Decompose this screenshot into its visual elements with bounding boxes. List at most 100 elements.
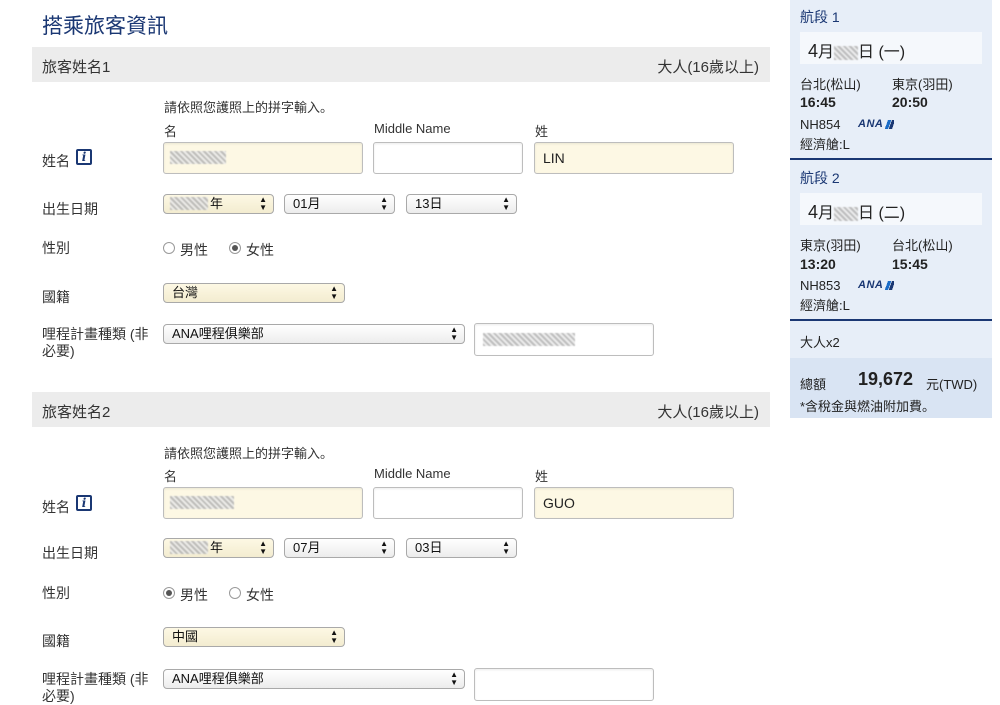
passenger-1-name-label: 姓名 <box>42 153 70 169</box>
segment-1-date: 4月日 (一) <box>808 41 906 61</box>
segment-1-arrive-time: 20:50 <box>892 94 928 110</box>
page-title: 搭乘旅客資訊 <box>42 15 168 38</box>
passenger-2-name-note: 請依照您護照上的拼字輸入。 <box>164 446 334 461</box>
select-arrows-icon: ▲ ▼ <box>330 284 338 301</box>
passenger-1-last-name-label: 姓 <box>535 124 549 139</box>
segment-divider <box>790 319 992 321</box>
ana-logo-icon: ANA <box>858 279 895 291</box>
passenger-2-nationality-select[interactable]: 中國 ▲ ▼ <box>163 627 345 647</box>
mileage-program-value: ANA哩程俱樂部 <box>172 326 264 341</box>
passenger-1-dob-label: 出生日期 <box>42 201 98 217</box>
passenger-1-mileage-label: 哩程計畫種類 (非 必要) <box>42 326 149 359</box>
passenger-1-dob-month-select[interactable]: 01月 ▲ ▼ <box>284 194 395 214</box>
passenger-form: 搭乘旅客資訊 旅客姓名1 大人(16歲以上) 請依照您護照上的拼字輸入。 名 M… <box>0 0 790 704</box>
passenger-2-mileage-label: 哩程計畫種類 (非 必要) <box>42 671 149 704</box>
passenger-1-header: 旅客姓名1 大人(16歲以上) <box>32 47 770 82</box>
select-arrows-icon: ▲ ▼ <box>380 539 388 556</box>
passenger-2-middle-name-label: Middle Name <box>374 466 451 481</box>
passenger-1-mileage-program-select[interactable]: ANA哩程俱樂部 ▲ ▼ <box>163 324 465 344</box>
redacted-birth-year <box>170 197 208 210</box>
passenger-2-gender-female-radio[interactable] <box>229 587 241 599</box>
passenger-1-gender-male-label[interactable]: 男性 <box>180 240 208 260</box>
passenger-1-nationality-select[interactable]: 台灣 ▲ ▼ <box>163 283 345 303</box>
select-arrows-icon: ▲ ▼ <box>259 195 267 212</box>
segment-1-cabin: 經濟艙:L <box>800 137 850 152</box>
passenger-2-dob-label: 出生日期 <box>42 545 98 561</box>
segment-1-title: 航段 1 <box>800 9 840 25</box>
passenger-1-name-note: 請依照您護照上的拼字輸入。 <box>164 100 334 115</box>
passenger-1-gender-female-radio[interactable] <box>229 242 241 254</box>
passenger-2-last-name-label: 姓 <box>535 469 549 484</box>
mileage-program-value: ANA哩程俱樂部 <box>172 671 264 686</box>
passenger-2-middle-name-input[interactable] <box>373 487 523 519</box>
passenger-1-gender-male-radio[interactable] <box>163 242 175 254</box>
passenger-2-gender-label: 性別 <box>42 585 70 601</box>
passenger-2-gender-female-label[interactable]: 女性 <box>246 585 274 605</box>
select-arrows-icon: ▲ ▼ <box>502 195 510 212</box>
segment-2-arrive-time: 15:45 <box>892 256 928 272</box>
redacted-first-name <box>170 496 234 509</box>
select-arrows-icon: ▲ ▼ <box>380 195 388 212</box>
passenger-2-mileage-program-select[interactable]: ANA哩程俱樂部 ▲ ▼ <box>163 669 465 689</box>
nationality-value: 台灣 <box>172 285 199 300</box>
segment-1-to-city: 東京(羽田) <box>892 77 953 92</box>
dob-year-unit: 年 <box>210 196 224 211</box>
passenger-2-first-name-label: 名 <box>164 469 178 484</box>
redacted-first-name <box>170 151 226 164</box>
passenger-2-mileage-number-input[interactable] <box>474 668 654 701</box>
total-label: 總額 <box>800 377 827 392</box>
select-arrows-icon: ▲ ▼ <box>502 539 510 556</box>
segment-1-from-city: 台北(松山) <box>800 77 861 92</box>
passenger-1-gender-female-label[interactable]: 女性 <box>246 240 274 260</box>
segment-2-cabin: 經濟艙:L <box>800 298 850 313</box>
segment-2-depart-time: 13:20 <box>800 256 836 272</box>
tax-note: *含稅金與燃油附加費。 <box>800 399 936 414</box>
segment-1-depart-time: 16:45 <box>800 94 836 110</box>
dob-month-value: 01月 <box>293 196 321 211</box>
total-amount: 19,672 <box>858 369 914 389</box>
segment-1-flight-number: NH854 <box>800 117 841 132</box>
segment-2-to-city: 台北(松山) <box>892 238 953 253</box>
passenger-1-age-category: 大人(16歲以上) <box>657 59 759 76</box>
nationality-value: 中國 <box>172 629 199 644</box>
dob-day-value: 03日 <box>415 540 443 555</box>
passenger-2-dob-month-select[interactable]: 07月 ▲ ▼ <box>284 538 395 558</box>
passenger-1-dob-day-select[interactable]: 13日 ▲ ▼ <box>406 194 517 214</box>
ana-logo-icon: ANA <box>858 118 895 130</box>
passenger-1-nationality-label: 國籍 <box>42 289 70 305</box>
segment-2-title: 航段 2 <box>800 170 840 186</box>
passenger-2-header-label: 旅客姓名2 <box>42 404 111 421</box>
passenger-1-gender-label: 性別 <box>42 240 70 256</box>
passenger-2-gender-male-radio[interactable] <box>163 587 175 599</box>
passenger-count: 大人x2 <box>800 335 840 350</box>
redacted-birth-year <box>170 541 208 554</box>
redacted-mileage-number <box>483 333 575 346</box>
passenger-2-nationality-label: 國籍 <box>42 633 70 649</box>
segment-1-date-box: 4月日 (一) <box>800 32 982 64</box>
dob-month-value: 07月 <box>293 540 321 555</box>
passenger-2-dob-day-select[interactable]: 03日 ▲ ▼ <box>406 538 517 558</box>
passenger-2-age-category: 大人(16歲以上) <box>657 404 759 421</box>
passenger-2-name-label: 姓名 <box>42 499 70 515</box>
info-icon[interactable]: i <box>76 495 92 511</box>
segment-2-from-city: 東京(羽田) <box>800 238 861 253</box>
select-arrows-icon: ▲ ▼ <box>259 539 267 556</box>
passenger-1-last-name-input[interactable]: LIN <box>534 142 734 174</box>
select-arrows-icon: ▲ ▼ <box>330 628 338 645</box>
passenger-2-header: 旅客姓名2 大人(16歲以上) <box>32 392 770 427</box>
dob-day-value: 13日 <box>415 196 443 211</box>
total-currency: 元(TWD) <box>926 377 978 392</box>
info-icon[interactable]: i <box>76 149 92 165</box>
dob-year-unit: 年 <box>210 540 224 555</box>
redacted-day <box>834 45 859 60</box>
passenger-1-middle-name-label: Middle Name <box>374 121 451 136</box>
select-arrows-icon: ▲ ▼ <box>450 325 458 342</box>
passenger-1-first-name-label: 名 <box>164 124 178 139</box>
segment-2-flight-number: NH853 <box>800 278 841 293</box>
passenger-2-gender-male-label[interactable]: 男性 <box>180 585 208 605</box>
segment-divider <box>790 158 992 160</box>
passenger-1-header-label: 旅客姓名1 <box>42 59 111 76</box>
segment-2-date: 4月日 (二) <box>808 202 906 222</box>
passenger-1-middle-name-input[interactable] <box>373 142 523 174</box>
passenger-2-last-name-input[interactable]: GUO <box>534 487 734 519</box>
